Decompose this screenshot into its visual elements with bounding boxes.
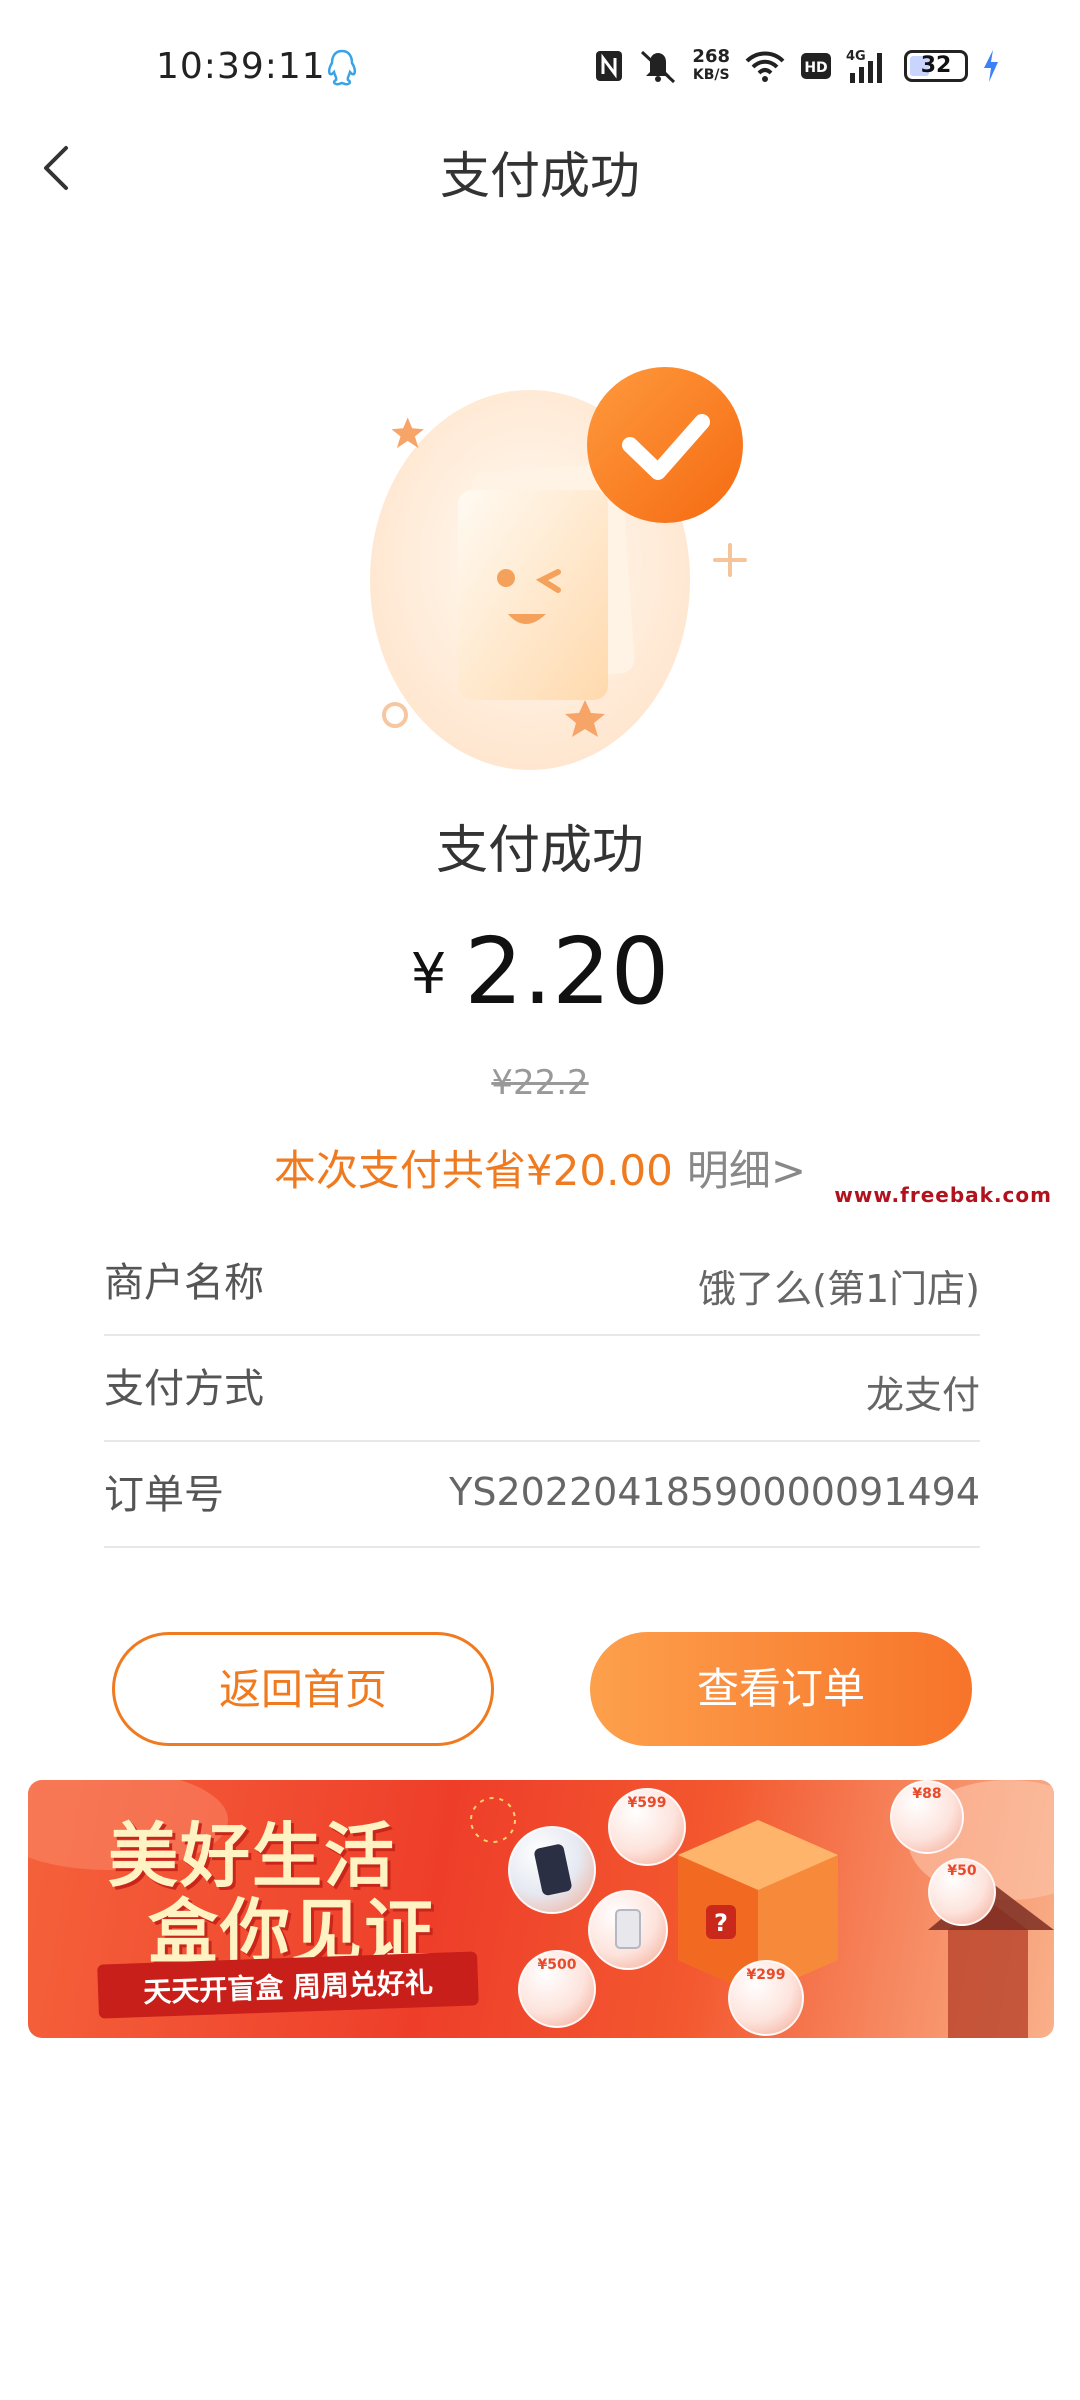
- svg-text:?: ?: [714, 1909, 728, 1937]
- phone-prize-bubble: [508, 1826, 596, 1914]
- payment-method-label: 支付方式: [104, 1366, 264, 1412]
- payment-method-value: 龙支付: [865, 1373, 980, 1417]
- info-row-order-number: 订单号 YS20220418590000091494: [104, 1442, 980, 1548]
- net-speed-value: 268: [692, 46, 730, 67]
- payment-status-text: 支付成功: [435, 821, 644, 881]
- coupon-bubble-2: ¥500: [518, 1950, 596, 2028]
- banner-subtitle: 天天开盲盒 周周兑好礼: [142, 1965, 434, 2010]
- merchant-label: 商户名称: [104, 1260, 264, 1306]
- order-info-list: 商户名称 饿了么(第1门店) 支付方式 龙支付 订单号 YS2022041859…: [104, 1230, 980, 1548]
- info-row-payment-method: 支付方式 龙支付: [104, 1336, 980, 1442]
- currency-symbol: ¥: [410, 942, 447, 1007]
- info-row-merchant: 商户名称 饿了么(第1门店): [104, 1230, 980, 1336]
- status-bar: 10:39:11 268 KB/S HD 4G 32: [0, 0, 1080, 135]
- speaker-icon: [615, 1909, 641, 1949]
- charging-icon: [984, 50, 998, 82]
- speaker-prize-bubble: [588, 1890, 668, 1970]
- phone-icon: [534, 1844, 572, 1896]
- promo-banner[interactable]: 美好生活 盒你见证 天天开盲盒 周周兑好礼 ? ¥599 ¥500 ¥299 ¥…: [28, 1780, 1054, 2038]
- wifi-icon: [745, 51, 785, 82]
- watermark: www.freebak.com: [834, 1183, 1052, 1207]
- savings-text: 本次支付共省¥20.00: [273, 1146, 673, 1195]
- savings-detail-link[interactable]: 明细>: [687, 1146, 806, 1195]
- coupon-value-5: ¥50: [947, 1863, 977, 1879]
- net-speed-unit: KB/S: [692, 67, 730, 83]
- coupon-value-3: ¥299: [746, 1967, 786, 1983]
- battery-level: 32: [920, 53, 952, 78]
- payment-amount: ¥2.20: [0, 918, 1080, 1025]
- amount-value: 2.20: [464, 918, 670, 1025]
- payment-success-illustration: [370, 367, 747, 770]
- original-price: ¥22.2: [491, 1063, 589, 1103]
- view-order-button[interactable]: 查看订单: [590, 1632, 972, 1746]
- net-speed: 268 KB/S: [692, 48, 730, 84]
- status-time: 10:39:11: [156, 46, 326, 87]
- coupon-bubble-4: ¥88: [890, 1780, 964, 1854]
- coupon-value-1: ¥599: [627, 1795, 667, 1811]
- svg-text:HD: HD: [804, 60, 827, 76]
- qq-icon: [327, 49, 357, 86]
- merchant-value: 饿了么(第1门店): [698, 1267, 980, 1311]
- svg-text:4G: 4G: [846, 49, 866, 64]
- nav-bar: 支付成功: [0, 130, 1080, 210]
- mute-icon: [641, 50, 676, 84]
- payment-success-page: 10:39:11 268 KB/S HD 4G 32 支付成功 支付成功 ¥ 2…: [0, 0, 1080, 2400]
- back-to-home-button[interactable]: 返回首页: [112, 1632, 494, 1746]
- coupon-value-4: ¥88: [912, 1786, 942, 1802]
- nfc-icon: [596, 51, 623, 81]
- coupon-bubble-3: ¥299: [728, 1960, 804, 2036]
- order-number-value: YS20220418590000091494: [449, 1470, 980, 1514]
- signal-4g-icon: 4G: [846, 49, 882, 83]
- battery-icon: 32: [904, 50, 968, 82]
- coupon-bubble-1: ¥599: [608, 1788, 686, 1866]
- hd-icon: HD: [801, 53, 831, 79]
- page-title: 支付成功: [440, 147, 640, 205]
- order-number-label: 订单号: [104, 1472, 224, 1518]
- coupon-value-2: ¥500: [537, 1957, 577, 1973]
- coupon-bubble-5: ¥50: [928, 1858, 996, 1926]
